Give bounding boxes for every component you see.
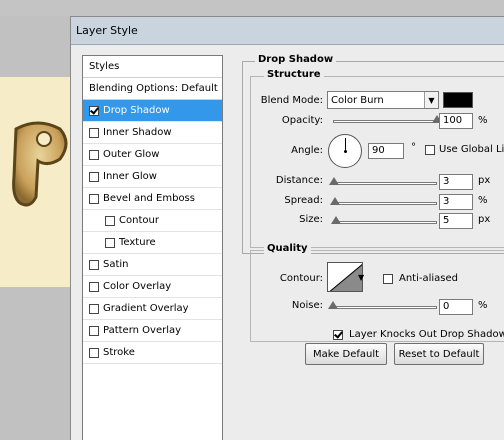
- style-item-contour[interactable]: Contour: [83, 210, 222, 232]
- background-top-strip: [0, 0, 504, 16]
- knockout-option[interactable]: Layer Knocks Out Drop Shadow: [333, 329, 504, 340]
- spread-slider-thumb[interactable]: [330, 197, 340, 205]
- spread-unit: %: [478, 195, 488, 206]
- styles-header[interactable]: Styles: [83, 56, 222, 78]
- noise-slider-thumb[interactable]: [328, 301, 338, 309]
- style-item-bevel-and-emboss[interactable]: Bevel and Emboss: [83, 188, 222, 210]
- layer-style-dialog: Layer Style Styles Blending Options: Def…: [70, 16, 504, 440]
- style-item-checkbox[interactable]: [89, 149, 99, 160]
- distance-slider-thumb[interactable]: [329, 177, 339, 185]
- opacity-input[interactable]: 100: [439, 113, 473, 129]
- opacity-slider[interactable]: [333, 120, 437, 123]
- noise-unit: %: [478, 300, 488, 311]
- style-item-label: Outer Glow: [103, 149, 160, 160]
- angle-input[interactable]: 90: [368, 143, 404, 159]
- style-item-checkbox[interactable]: [89, 325, 99, 336]
- size-input[interactable]: 5: [439, 213, 473, 229]
- layer-letter-preview: [12, 121, 68, 207]
- structure-group-title: Structure: [264, 69, 324, 80]
- style-item-label: Gradient Overlay: [103, 303, 189, 314]
- style-item-color-overlay[interactable]: Color Overlay: [83, 276, 222, 298]
- style-item-checkbox[interactable]: [89, 105, 99, 116]
- style-item-label: Bevel and Emboss: [103, 193, 195, 204]
- style-item-blending-options-default[interactable]: Blending Options: Default: [83, 78, 222, 100]
- opacity-label: Opacity:: [281, 115, 323, 126]
- make-default-button[interactable]: Make Default: [305, 343, 387, 365]
- style-item-checkbox[interactable]: [105, 215, 115, 226]
- angle-unit: °: [411, 142, 416, 153]
- style-item-label: Color Overlay: [103, 281, 172, 292]
- style-item-checkbox[interactable]: [89, 171, 99, 182]
- style-item-checkbox[interactable]: [89, 347, 99, 358]
- quality-group-title: Quality: [264, 243, 311, 254]
- distance-slider[interactable]: [333, 182, 437, 185]
- use-global-light-option[interactable]: Use Global Lig: [425, 144, 504, 155]
- anti-aliased-checkbox[interactable]: [383, 273, 393, 284]
- style-item-gradient-overlay[interactable]: Gradient Overlay: [83, 298, 222, 320]
- noise-input[interactable]: 0: [439, 299, 473, 315]
- contour-dropdown-chevron-icon[interactable]: ▼: [358, 273, 364, 282]
- size-label: Size:: [299, 214, 323, 225]
- style-item-checkbox[interactable]: [89, 193, 99, 204]
- use-global-light-checkbox[interactable]: [425, 144, 435, 155]
- spread-label: Spread:: [284, 195, 323, 206]
- style-item-checkbox[interactable]: [89, 303, 99, 314]
- shadow-color-swatch[interactable]: [443, 92, 473, 108]
- distance-unit: px: [478, 175, 491, 186]
- noise-label: Noise:: [291, 300, 323, 311]
- angle-dial[interactable]: [328, 134, 362, 168]
- style-item-inner-shadow[interactable]: Inner Shadow: [83, 122, 222, 144]
- style-item-texture[interactable]: Texture: [83, 232, 222, 254]
- anti-aliased-option[interactable]: Anti-aliased: [383, 273, 458, 284]
- angle-label: Angle:: [291, 145, 323, 156]
- dialog-title: Layer Style: [76, 24, 138, 37]
- style-item-checkbox[interactable]: [105, 237, 115, 248]
- reset-to-default-button[interactable]: Reset to Default: [394, 343, 484, 365]
- knockout-label: Layer Knocks Out Drop Shadow: [349, 329, 504, 340]
- style-item-pattern-overlay[interactable]: Pattern Overlay: [83, 320, 222, 342]
- style-item-inner-glow[interactable]: Inner Glow: [83, 166, 222, 188]
- spread-slider[interactable]: [333, 202, 437, 205]
- styles-list: Styles Blending Options: Default Drop Sha…: [82, 55, 223, 440]
- spread-input[interactable]: 3: [439, 194, 473, 210]
- blend-mode-label: Blend Mode:: [260, 95, 323, 106]
- style-item-label: Pattern Overlay: [103, 325, 182, 336]
- style-item-checkbox[interactable]: [89, 259, 99, 270]
- drop-shadow-group-title: Drop Shadow: [255, 54, 337, 65]
- size-unit: px: [478, 214, 491, 225]
- noise-slider[interactable]: [333, 306, 437, 309]
- dialog-titlebar[interactable]: Layer Style: [71, 17, 504, 45]
- size-slider[interactable]: [333, 221, 437, 224]
- style-item-checkbox[interactable]: [89, 127, 99, 138]
- style-item-label: Inner Glow: [103, 171, 157, 182]
- distance-label: Distance:: [275, 175, 323, 186]
- opacity-unit: %: [478, 115, 488, 126]
- document-canvas: [0, 77, 72, 287]
- knockout-checkbox[interactable]: [333, 329, 343, 340]
- style-item-label: Stroke: [103, 347, 135, 358]
- style-item-checkbox[interactable]: [89, 281, 99, 292]
- style-item-label: Blending Options: Default: [89, 83, 218, 94]
- contour-label: Contour:: [279, 273, 323, 284]
- style-item-label: Texture: [119, 237, 156, 248]
- blend-mode-value: Color Burn: [331, 94, 384, 106]
- style-item-satin[interactable]: Satin: [83, 254, 222, 276]
- style-item-label: Contour: [119, 215, 159, 226]
- distance-input[interactable]: 3: [439, 174, 473, 190]
- styles-header-label: Styles: [89, 61, 120, 72]
- style-item-stroke[interactable]: Stroke: [83, 342, 222, 364]
- blend-mode-select[interactable]: Color Burn ▼: [327, 91, 439, 109]
- angle-center: [344, 150, 347, 153]
- anti-aliased-label: Anti-aliased: [399, 273, 459, 284]
- chevron-down-icon: ▼: [424, 92, 438, 108]
- size-slider-thumb[interactable]: [331, 216, 341, 224]
- style-item-label: Drop Shadow: [103, 105, 170, 116]
- use-global-light-label: Use Global Lig: [439, 144, 504, 155]
- style-item-drop-shadow[interactable]: Drop Shadow: [83, 100, 222, 122]
- style-item-outer-glow[interactable]: Outer Glow: [83, 144, 222, 166]
- style-item-label: Inner Shadow: [103, 127, 172, 138]
- style-item-label: Satin: [103, 259, 129, 270]
